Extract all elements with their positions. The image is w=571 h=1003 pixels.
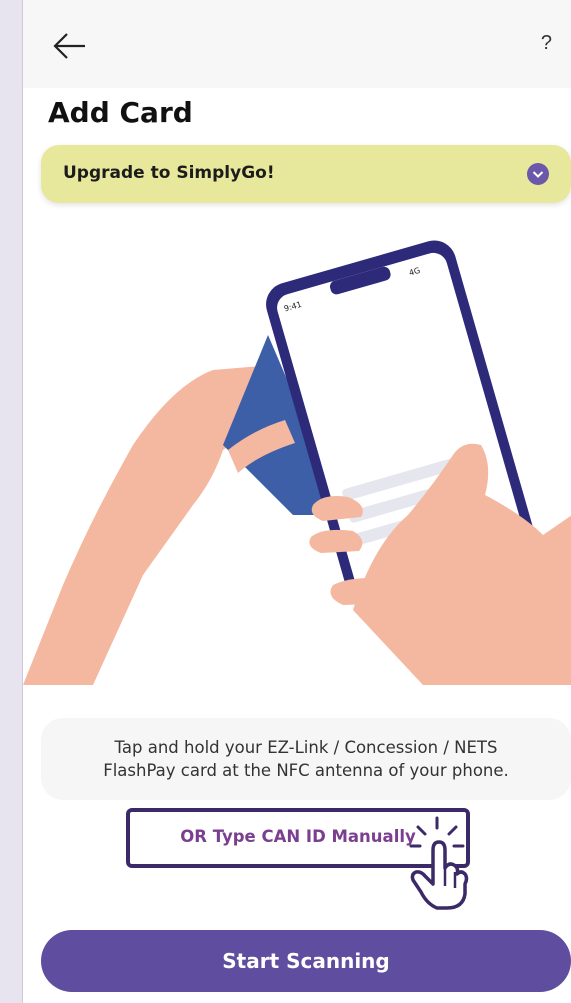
top-bar: ? [23,0,571,88]
chevron-down-icon [527,163,549,185]
app-screen: ? Add Card Upgrade to SimplyGo! 9:41 4G [22,0,571,1003]
help-button[interactable]: ? [541,32,552,55]
back-button[interactable] [51,30,91,62]
upgrade-banner-label: Upgrade to SimplyGo! [63,163,275,183]
instruction-line-1: Tap and hold your EZ-Link / Concession /… [114,738,498,757]
page-title: Add Card [48,96,193,129]
arrow-left-icon [53,33,85,59]
nfc-tap-illustration: 9:41 4G [23,240,571,685]
start-scanning-label: Start Scanning [222,949,390,973]
instruction-line-2: FlashPay card at the NFC antenna of your… [103,761,509,780]
instruction-box: Tap and hold your EZ-Link / Concession /… [41,718,571,800]
hand-pointer-icon [409,816,469,910]
instruction-text: Tap and hold your EZ-Link / Concession /… [41,736,571,782]
start-scanning-button[interactable]: Start Scanning [41,930,571,992]
upgrade-banner[interactable]: Upgrade to SimplyGo! [41,145,571,203]
